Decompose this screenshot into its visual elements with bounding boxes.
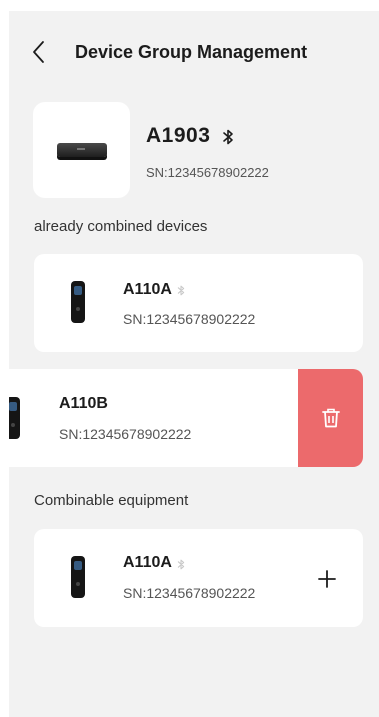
smart-lock-image bbox=[71, 281, 85, 323]
combined-device-card-swiped[interactable]: A110B SN:12345678902222 bbox=[9, 369, 309, 467]
combinable-section-label: Combinable equipment bbox=[34, 492, 189, 509]
bluetooth-icon bbox=[177, 285, 185, 296]
header: Device Group Management bbox=[9, 33, 379, 73]
smart-lock-image bbox=[71, 556, 85, 598]
device-name: A110A bbox=[123, 281, 172, 298]
device-group-screen: Device Group Management A1903 SN:1234567… bbox=[9, 11, 379, 717]
device-sn: SN:12345678902222 bbox=[59, 426, 192, 442]
bluetooth-icon bbox=[177, 559, 185, 570]
combined-device-card[interactable]: A110A SN:12345678902222 bbox=[34, 254, 363, 352]
device-name: A110B bbox=[59, 395, 108, 412]
device-name: A110A bbox=[123, 554, 172, 571]
plus-icon bbox=[318, 570, 336, 588]
bluetooth-icon bbox=[223, 129, 233, 145]
hub-device-shape bbox=[56, 143, 107, 157]
trash-icon bbox=[321, 408, 340, 428]
hub-device-image bbox=[33, 102, 130, 198]
combined-section-label: already combined devices bbox=[34, 218, 208, 235]
page-title: Device Group Management bbox=[75, 42, 308, 62]
main-device-sn: SN:12345678902222 bbox=[146, 165, 269, 180]
back-button[interactable] bbox=[27, 37, 51, 67]
add-button[interactable] bbox=[313, 565, 341, 593]
device-sn: SN:12345678902222 bbox=[123, 585, 256, 601]
main-device-name: A1903 bbox=[146, 124, 211, 147]
delete-button[interactable] bbox=[298, 369, 363, 467]
device-sn: SN:12345678902222 bbox=[123, 311, 256, 327]
chevron-left-icon bbox=[33, 41, 44, 63]
smart-lock-image bbox=[9, 397, 20, 439]
